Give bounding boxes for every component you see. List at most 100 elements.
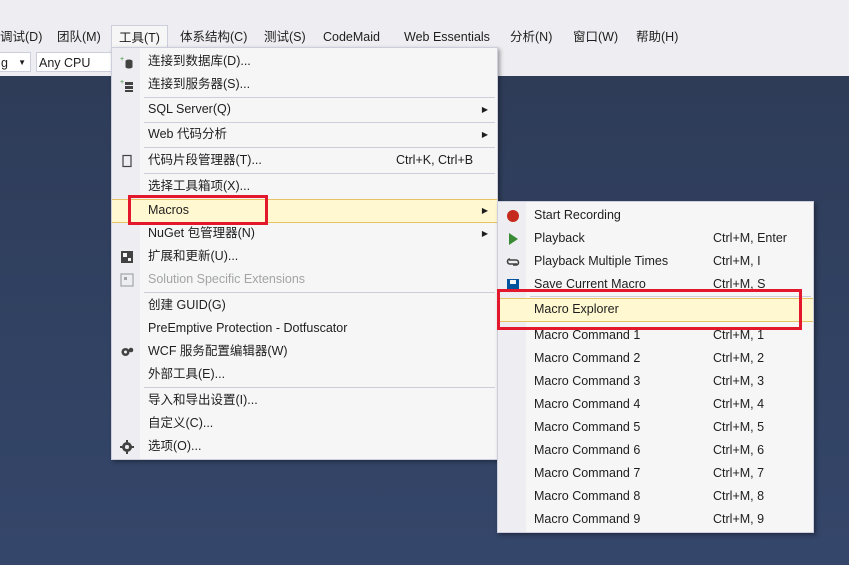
- gear-icon: [120, 440, 134, 454]
- title-strip: [0, 0, 849, 25]
- snippet-icon: [120, 154, 134, 168]
- submenu-arrow-icon: ▶: [481, 130, 488, 139]
- menu-item-extensions[interactable]: 扩展和更新(U)...: [112, 245, 497, 268]
- annotation-highlight-macro-explorer: [497, 289, 802, 330]
- menu-item-label: Macro Command 4: [534, 397, 641, 411]
- menu-item-start-recording[interactable]: Start Recording: [498, 204, 813, 227]
- menu-item-external-tools[interactable]: 外部工具(E)...: [112, 363, 497, 386]
- menu-item-web-analysis[interactable]: Web 代码分析 ▶: [112, 123, 497, 146]
- svg-text:+: +: [120, 56, 124, 63]
- menu-item-shortcut: Ctrl+M, 2: [713, 351, 765, 365]
- menu-item-label: WCF 服务配置编辑器(W): [148, 344, 288, 358]
- menu-item-macro-command-2[interactable]: Macro Command 2 Ctrl+M, 2: [498, 347, 813, 370]
- menu-item-macro-command-5[interactable]: Macro Command 5 Ctrl+M, 5: [498, 416, 813, 439]
- menu-item-label: Macro Command 9: [534, 512, 641, 526]
- menu-item-macro-command-9[interactable]: Macro Command 9 Ctrl+M, 9: [498, 508, 813, 531]
- menu-item-shortcut: Ctrl+M, 6: [713, 443, 765, 457]
- menu-item-label: Macro Command 8: [534, 489, 641, 503]
- menu-item-label: Solution Specific Extensions: [148, 272, 306, 286]
- menu-item-nuget[interactable]: NuGet 包管理器(N) ▶: [112, 222, 497, 245]
- menu-item-connect-server[interactable]: + 连接到服务器(S)...: [112, 73, 497, 96]
- menu-web-essentials[interactable]: Web Essentials: [397, 25, 497, 49]
- menu-item-label: Macro Command 2: [534, 351, 641, 365]
- menu-item-shortcut: Ctrl+M, 4: [713, 397, 765, 411]
- menu-item-shortcut: Ctrl+K, Ctrl+B: [396, 153, 474, 167]
- menu-item-label: 连接到服务器(S)...: [148, 77, 251, 91]
- menu-item-connect-database[interactable]: + 连接到数据库(D)...: [112, 50, 497, 73]
- menu-item-shortcut: Ctrl+M, 5: [713, 420, 765, 434]
- menu-item-shortcut: Ctrl+M, I: [713, 254, 761, 268]
- menu-item-shortcut: Ctrl+M, 3: [713, 374, 765, 388]
- menu-architecture[interactable]: 体系结构(C): [173, 25, 254, 49]
- save-icon: [506, 278, 520, 289]
- menu-item-label: Macro Command 7: [534, 466, 641, 480]
- submenu-arrow-icon: ▶: [481, 229, 488, 238]
- menu-item-label: Macro Command 3: [534, 374, 641, 388]
- configuration-dropdown[interactable]: g ▼: [0, 52, 31, 72]
- menu-item-macro-command-6[interactable]: Macro Command 6 Ctrl+M, 6: [498, 439, 813, 462]
- macros-submenu: Start Recording Playback Ctrl+M, Enter P…: [497, 201, 814, 533]
- wcf-gear-icon: [120, 345, 134, 359]
- menu-item-options[interactable]: 选项(O)...: [112, 435, 497, 458]
- chevron-down-icon: ▼: [18, 58, 26, 67]
- menu-item-playback-multiple[interactable]: Playback Multiple Times Ctrl+M, I: [498, 250, 813, 273]
- menu-window[interactable]: 窗口(W): [566, 25, 625, 49]
- menu-bar: 调试(D) 团队(M) 工具(T) 体系结构(C) 测试(S) CodeMaid…: [0, 25, 849, 49]
- menu-item-label: PreEmptive Protection - Dotfuscator: [148, 321, 348, 335]
- server-plus-icon: +: [120, 78, 134, 92]
- menu-item-label: 代码片段管理器(T)...: [148, 153, 262, 167]
- menu-item-customize[interactable]: 自定义(C)...: [112, 412, 497, 435]
- menu-item-create-guid[interactable]: 创建 GUID(G): [112, 294, 497, 317]
- menu-item-solution-extensions: Solution Specific Extensions: [112, 268, 497, 291]
- menu-item-import-export[interactable]: 导入和导出设置(I)...: [112, 389, 497, 412]
- menu-test[interactable]: 测试(S): [257, 25, 313, 49]
- svg-text:+: +: [120, 79, 124, 86]
- tools-dropdown-menu: + 连接到数据库(D)... + 连接到服务器(S)... SQL Server…: [111, 47, 498, 460]
- record-icon: [506, 209, 520, 223]
- menu-item-wcf-editor[interactable]: WCF 服务配置编辑器(W): [112, 340, 497, 363]
- menu-item-save-macro[interactable]: Save Current Macro Ctrl+M, S: [498, 273, 813, 289]
- menu-item-shortcut: Ctrl+M, 7: [713, 466, 765, 480]
- menu-tools[interactable]: 工具(T): [111, 25, 168, 49]
- menu-item-label: Save Current Macro: [534, 277, 646, 289]
- menu-item-playback[interactable]: Playback Ctrl+M, Enter: [498, 227, 813, 250]
- menu-item-label: 自定义(C)...: [148, 416, 214, 430]
- menu-team[interactable]: 团队(M): [50, 25, 108, 49]
- menu-item-shortcut: Ctrl+M, Enter: [713, 231, 787, 245]
- menu-item-label: Start Recording: [534, 208, 621, 222]
- menu-item-label: 连接到数据库(D)...: [148, 54, 251, 68]
- solution-extensions-icon: [120, 273, 134, 287]
- database-plus-icon: +: [120, 55, 134, 69]
- menu-separator: [144, 387, 495, 388]
- submenu-arrow-icon: ▶: [481, 206, 488, 215]
- menu-separator: [144, 147, 495, 148]
- menu-item-label: Web 代码分析: [148, 127, 227, 141]
- menu-item-snippets-manager[interactable]: 代码片段管理器(T)... Ctrl+K, Ctrl+B: [112, 149, 497, 172]
- menu-item-preemptive[interactable]: PreEmptive Protection - Dotfuscator: [112, 317, 497, 340]
- menu-item-label: Playback Multiple Times: [534, 254, 669, 268]
- menu-item-macro-command-3[interactable]: Macro Command 3 Ctrl+M, 3: [498, 370, 813, 393]
- menu-item-shortcut: Ctrl+M, S: [713, 277, 766, 289]
- menu-item-label: NuGet 包管理器(N): [148, 226, 255, 240]
- menu-codemaid[interactable]: CodeMaid: [316, 25, 387, 49]
- menu-item-macro-command-4[interactable]: Macro Command 4 Ctrl+M, 4: [498, 393, 813, 416]
- menu-item-label: SQL Server(Q): [148, 102, 231, 116]
- menu-item-label: 外部工具(E)...: [148, 367, 226, 381]
- menu-item-macro-command-7[interactable]: Macro Command 7 Ctrl+M, 7: [498, 462, 813, 485]
- menu-item-label: 选项(O)...: [148, 439, 202, 453]
- menu-item-label: Macro Command 5: [534, 420, 641, 434]
- submenu-arrow-icon: ▶: [481, 105, 488, 114]
- repeat-icon: [506, 255, 520, 269]
- menu-item-label: Macro Command 6: [534, 443, 641, 457]
- menu-item-sql-server[interactable]: SQL Server(Q) ▶: [112, 98, 497, 121]
- menu-item-macro-command-8[interactable]: Macro Command 8 Ctrl+M, 8: [498, 485, 813, 508]
- menu-help[interactable]: 帮助(H): [629, 25, 685, 49]
- configuration-value: g: [1, 56, 8, 70]
- platform-dropdown[interactable]: Any CPU: [36, 52, 116, 72]
- menu-item-label: 导入和导出设置(I)...: [148, 393, 258, 407]
- menu-item-label: 扩展和更新(U)...: [148, 249, 239, 263]
- menu-debug[interactable]: 调试(D): [0, 25, 49, 49]
- menu-item-label: 创建 GUID(G): [148, 298, 226, 312]
- menu-separator: [144, 292, 495, 293]
- menu-analyze[interactable]: 分析(N): [503, 25, 559, 49]
